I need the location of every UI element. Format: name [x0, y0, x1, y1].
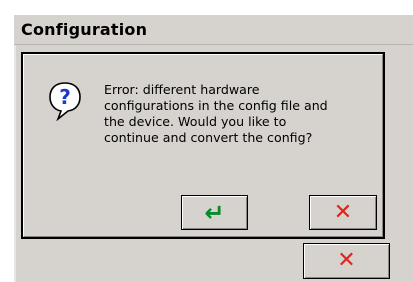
window-left-edge [14, 45, 16, 282]
red-x-icon: ✕ [333, 199, 353, 225]
red-x-icon: ✕ [337, 248, 356, 273]
window-cancel-button[interactable]: ✕ [303, 243, 390, 279]
window-titlebar: Configuration [14, 15, 413, 45]
enter-arrow-icon: ↵ [204, 198, 225, 227]
confirm-button[interactable]: ↵ [181, 195, 248, 230]
question-icon: ? [49, 82, 81, 121]
cancel-button[interactable]: ✕ [309, 195, 377, 230]
dialog-message: Error: different hardware configurations… [104, 82, 328, 145]
window-title: Configuration [21, 20, 148, 39]
svg-text:?: ? [59, 85, 71, 109]
